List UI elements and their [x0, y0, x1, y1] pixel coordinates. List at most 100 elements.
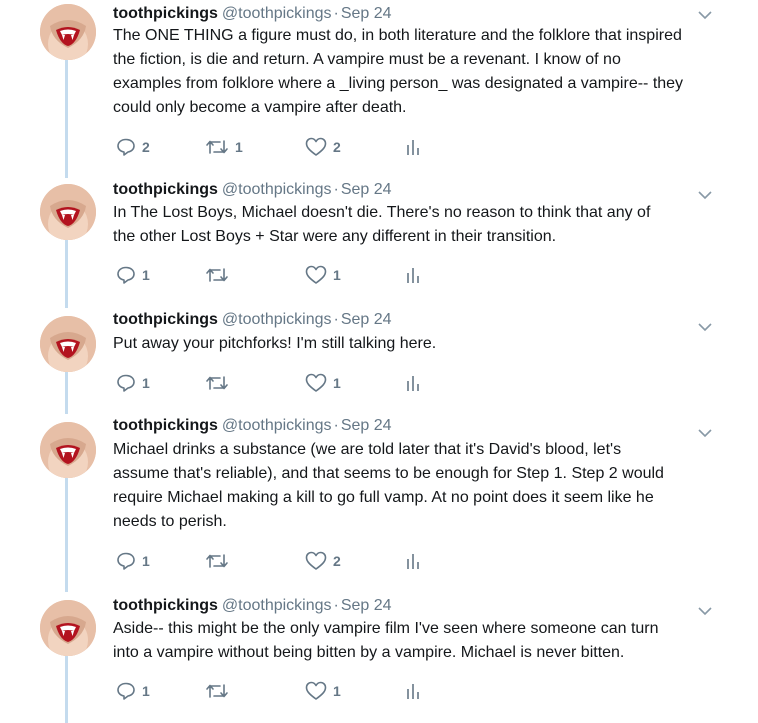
- retweet-button[interactable]: [205, 679, 235, 703]
- analytics-button[interactable]: [406, 549, 420, 573]
- retweet-button[interactable]: 1: [205, 135, 243, 159]
- tweet-actions: 2 1 2: [113, 135, 473, 159]
- heart-icon: [305, 137, 327, 156]
- tweet-actions: 1 1: [113, 679, 473, 703]
- tweet-date[interactable]: Sep 24: [341, 5, 392, 22]
- tweet-header: toothpickings @toothpickings · Sep 24: [113, 596, 392, 616]
- reply-button[interactable]: 1: [116, 371, 150, 395]
- analytics-button[interactable]: [406, 679, 420, 703]
- like-count: 1: [333, 375, 341, 391]
- user-handle[interactable]: @toothpickings: [222, 417, 332, 434]
- analytics-button[interactable]: [406, 371, 420, 395]
- tweet-date[interactable]: Sep 24: [341, 311, 392, 328]
- avatar[interactable]: [40, 184, 96, 240]
- analytics-icon: [407, 684, 419, 699]
- username[interactable]: toothpickings: [113, 181, 218, 198]
- avatar-image: [40, 422, 96, 478]
- tweet-text: The ONE THING a figure must do, in both …: [113, 24, 723, 120]
- username[interactable]: toothpickings: [113, 597, 218, 614]
- tweet[interactable]: toothpickings @toothpickings · Sep 24 Micha…: [0, 417, 758, 578]
- tweet-header: toothpickings @toothpickings · Sep 24: [113, 416, 392, 436]
- more-options-button[interactable]: [697, 604, 713, 616]
- separator: ·: [333, 181, 339, 198]
- analytics-icon: [407, 140, 419, 155]
- avatar-image: [40, 184, 96, 240]
- separator: ·: [333, 311, 339, 328]
- retweet-button[interactable]: [205, 371, 235, 395]
- tweet-text: Michael drinks a substance (we are told …: [113, 438, 723, 534]
- chevron-down-icon: [698, 11, 712, 20]
- heart-icon: [305, 265, 327, 284]
- avatar[interactable]: [40, 4, 96, 60]
- tweet-text-line: could only become a vampire after death.: [113, 99, 407, 116]
- tweet[interactable]: toothpickings @toothpickings · Sep 24 Put a…: [0, 311, 758, 400]
- analytics-button[interactable]: [406, 135, 420, 159]
- retweet-icon: [206, 268, 228, 282]
- tweet[interactable]: toothpickings @toothpickings · Sep 24 The O…: [0, 4, 758, 164]
- retweet-icon: [206, 140, 228, 154]
- tweet-header: toothpickings @toothpickings · Sep 24: [113, 4, 392, 24]
- tweet[interactable]: toothpickings @toothpickings · Sep 24 Aside…: [0, 597, 758, 710]
- heart-icon: [305, 551, 327, 570]
- avatar-image: [40, 4, 96, 60]
- reply-icon: [117, 374, 135, 392]
- retweet-button[interactable]: [205, 263, 235, 287]
- avatar[interactable]: [40, 600, 96, 656]
- tweet-text-line: require Michael making a kill to go full…: [113, 489, 654, 506]
- user-handle[interactable]: @toothpickings: [222, 181, 332, 198]
- tweet-date[interactable]: Sep 24: [341, 597, 392, 614]
- analytics-icon: [407, 376, 419, 391]
- tweet-text-line: into a vampire without being bitten by a…: [113, 644, 625, 661]
- like-button[interactable]: 1: [305, 371, 341, 395]
- tweet[interactable]: toothpickings @toothpickings · Sep 24 In Th…: [0, 181, 758, 294]
- tweet-text: Put away your pitchforks! I'm still talk…: [113, 332, 723, 356]
- more-options-button[interactable]: [697, 426, 713, 438]
- like-button[interactable]: 1: [305, 679, 341, 703]
- reply-icon: [117, 266, 135, 284]
- reply-icon: [117, 682, 135, 700]
- analytics-button[interactable]: [406, 263, 420, 287]
- tweet-text: In The Lost Boys, Michael doesn't die. T…: [113, 201, 723, 249]
- tweet-actions: 1 2: [113, 549, 473, 573]
- tweet-date[interactable]: Sep 24: [341, 417, 392, 434]
- reply-button[interactable]: 1: [116, 679, 150, 703]
- retweet-button[interactable]: [205, 549, 235, 573]
- avatar[interactable]: [40, 316, 96, 372]
- retweet-icon: [206, 554, 228, 568]
- separator: ·: [333, 417, 339, 434]
- user-handle[interactable]: @toothpickings: [222, 597, 332, 614]
- retweet-icon: [206, 376, 228, 390]
- tweet-text-line: Put away your pitchforks! I'm still talk…: [113, 335, 437, 352]
- username[interactable]: toothpickings: [113, 311, 218, 328]
- reply-count: 2: [142, 139, 150, 155]
- tweet-actions: 1 1: [113, 263, 473, 287]
- username[interactable]: toothpickings: [113, 417, 218, 434]
- reply-count: 1: [142, 375, 150, 391]
- tweet-text-line: needs to perish.: [113, 513, 227, 530]
- retweet-icon: [206, 684, 228, 698]
- tweet-header: toothpickings @toothpickings · Sep 24: [113, 310, 392, 330]
- user-handle[interactable]: @toothpickings: [222, 311, 332, 328]
- username[interactable]: toothpickings: [113, 5, 218, 22]
- analytics-icon: [407, 268, 419, 283]
- more-options-button[interactable]: [697, 188, 713, 200]
- avatar[interactable]: [40, 422, 96, 478]
- heart-icon: [305, 681, 327, 700]
- tweet-date[interactable]: Sep 24: [341, 181, 392, 198]
- tweet-text-line: Aside-- this might be the only vampire f…: [113, 620, 659, 637]
- like-count: 1: [333, 267, 341, 283]
- tweet-text-line: In The Lost Boys, Michael doesn't die. T…: [113, 204, 651, 221]
- tweet-text-line: Michael drinks a substance (we are told …: [113, 441, 622, 458]
- more-options-button[interactable]: [697, 320, 713, 332]
- chevron-down-icon: [698, 191, 712, 200]
- reply-button[interactable]: 1: [116, 263, 150, 287]
- like-button[interactable]: 1: [305, 263, 341, 287]
- heart-icon: [305, 373, 327, 392]
- more-options-button[interactable]: [697, 8, 713, 20]
- avatar-image: [40, 600, 96, 656]
- reply-button[interactable]: 1: [116, 549, 150, 573]
- reply-button[interactable]: 2: [116, 135, 150, 159]
- user-handle[interactable]: @toothpickings: [222, 5, 332, 22]
- like-button[interactable]: 2: [305, 549, 341, 573]
- like-button[interactable]: 2: [305, 135, 341, 159]
